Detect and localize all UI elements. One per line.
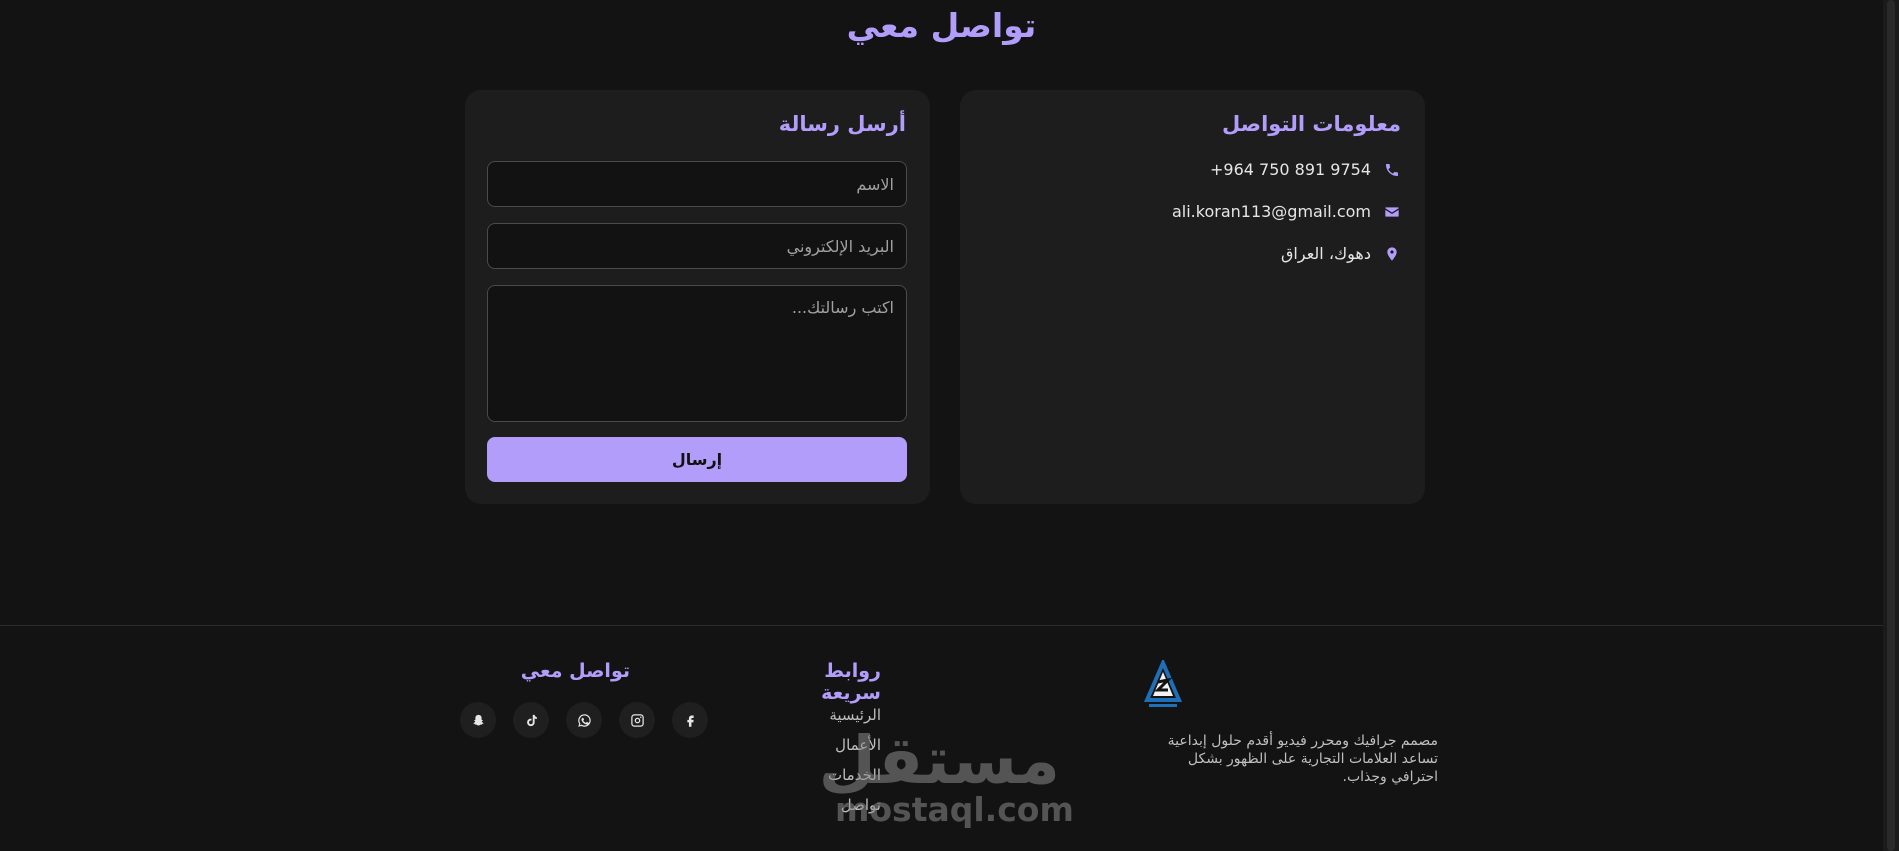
message-textarea[interactable] [487, 285, 907, 422]
quick-links: روابط سريعة الرئيسية الأعمال الخدمات توا… [761, 660, 881, 814]
brand-logo[interactable] [1141, 660, 1185, 712]
scrollbar-thumb[interactable] [1887, 0, 1895, 851]
email-row: ali.koran113@gmail.com [1172, 202, 1401, 221]
page-title: تواصل معي [846, 6, 1037, 45]
social-heading: تواصل معي [520, 660, 630, 682]
brand-description: مصمم جرافيك ومحرر فيديو أقدم حلول إبداعي… [1167, 733, 1438, 785]
tiktok-icon[interactable] [513, 702, 549, 738]
phone-icon [1383, 161, 1401, 179]
mostaql-watermark: مستقل mostaql.com [818, 722, 1074, 835]
message-form-heading: أرسل رسالة [778, 112, 906, 136]
footer-divider [0, 625, 1883, 626]
facebook-icon[interactable] [672, 702, 708, 738]
instagram-icon[interactable] [619, 702, 655, 738]
phone-row: +964 750 891 9754 [1210, 160, 1401, 179]
snapchat-icon[interactable] [460, 702, 496, 738]
scrollbar[interactable] [1883, 0, 1899, 851]
envelope-icon [1383, 203, 1401, 221]
watermark-arabic: مستقل [818, 722, 1060, 799]
location-row: دهوك، العراق [1281, 244, 1401, 263]
name-input[interactable] [487, 161, 907, 207]
quick-links-heading: روابط سريعة [821, 660, 881, 704]
message-form-card: أرسل رسالة إرسال [465, 90, 930, 504]
whatsapp-icon[interactable] [566, 702, 602, 738]
email-address[interactable]: ali.koran113@gmail.com [1172, 202, 1371, 221]
social-icons [460, 702, 708, 738]
contact-info-card: معلومات التواصل +964 750 891 9754 ali.ko… [960, 90, 1425, 504]
watermark-latin: mostaql.com [835, 790, 1074, 829]
location-text: دهوك، العراق [1281, 244, 1371, 263]
contact-info-heading: معلومات التواصل [1222, 112, 1401, 136]
email-input[interactable] [487, 223, 907, 269]
phone-number: +964 750 891 9754 [1210, 160, 1371, 179]
submit-button[interactable]: إرسال [487, 437, 907, 482]
map-pin-icon [1383, 245, 1401, 263]
